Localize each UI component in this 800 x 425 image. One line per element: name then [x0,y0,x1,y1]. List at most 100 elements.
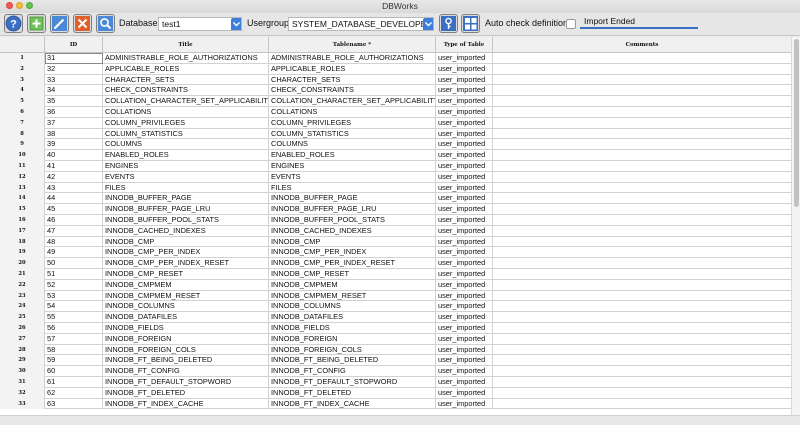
row-number[interactable]: 26 [0,323,45,334]
cell-comments[interactable] [493,312,791,323]
row-number[interactable]: 11 [0,161,45,172]
chevron-down-icon[interactable] [231,18,241,30]
row-number[interactable]: 33 [0,398,45,410]
cell-title[interactable]: INNODB_CMP_PER_INDEX [103,247,269,259]
cell-title[interactable]: INNODB_BUFFER_PAGE [103,193,269,205]
cell-tablename[interactable]: INNODB_FT_BEING_DELETED [269,355,436,367]
cell-comments[interactable] [493,75,791,86]
cell-tablename[interactable]: INNODB_CMPMEM [269,279,436,291]
cell-title[interactable]: COLUMN_PRIVILEGES [103,117,269,129]
table-row[interactable]: 28 58 INNODB_FOREIGN_COLS INNODB_FOREIGN_CO… [0,344,791,356]
cell-tablename[interactable]: COLLATIONS [269,107,436,118]
row-number[interactable]: 29 [0,355,45,367]
row-number[interactable]: 13 [0,182,45,194]
cell-id[interactable]: 37 [45,117,103,129]
cell-comments[interactable] [493,280,791,291]
cell-id[interactable]: 38 [45,128,103,140]
usergroup-select[interactable]: SYSTEM_DATABASE_DEVELOPER [288,17,434,31]
cell-title[interactable]: INNODB_FOREIGN [103,333,269,345]
cell-comments[interactable] [493,107,791,118]
cell-comments[interactable] [493,323,791,334]
cell-type[interactable]: user_imported [436,85,493,97]
cell-tablename[interactable]: EVENTS [269,171,436,183]
cell-title[interactable]: INNODB_FT_DEFAULT_STOPWORD [103,377,269,388]
cell-title[interactable]: EVENTS [103,171,269,183]
cell-type[interactable]: user_imported [436,344,493,356]
cell-type[interactable]: user_imported [436,193,493,205]
row-number[interactable]: 30 [0,366,45,377]
row-number[interactable]: 20 [0,258,45,269]
cell-tablename[interactable]: FILES [269,182,436,194]
cell-id[interactable]: 31 [45,53,103,64]
cell-title[interactable]: INNODB_BUFFER_PAGE_LRU [103,204,269,215]
cell-type[interactable]: user_imported [436,290,493,302]
cell-id[interactable]: 45 [45,204,103,215]
cell-type[interactable]: user_imported [436,323,493,334]
cell-type[interactable]: user_imported [436,171,493,183]
cell-id[interactable]: 48 [45,236,103,248]
cell-id[interactable]: 36 [45,107,103,118]
table-row[interactable]: 18 48 INNODB_CMP INNODB_CMP user_imported [0,236,791,248]
row-number[interactable]: 31 [0,377,45,388]
cell-title[interactable]: INNODB_FIELDS [103,323,269,334]
cell-comments[interactable] [493,345,791,356]
cell-comments[interactable] [493,204,791,215]
cell-title[interactable]: INNODB_CACHED_INDEXES [103,225,269,237]
cell-type[interactable]: user_imported [436,312,493,323]
table-row[interactable]: 24 54 INNODB_COLUMNS INNODB_COLUMNS user_imp… [0,301,791,313]
cell-type[interactable]: user_imported [436,74,493,86]
cell-comments[interactable] [493,291,791,302]
cell-tablename[interactable]: CHECK_CONSTRAINTS [269,85,436,97]
cell-tablename[interactable]: INNODB_FT_CONFIG [269,366,436,377]
cell-comments[interactable] [493,399,791,410]
cell-id[interactable]: 50 [45,258,103,269]
cell-type[interactable]: user_imported [436,398,493,410]
cell-comments[interactable] [493,258,791,269]
cell-type[interactable]: user_imported [436,128,493,140]
cell-title[interactable]: INNODB_FT_INDEX_CACHE [103,398,269,410]
row-number[interactable]: 18 [0,236,45,248]
cell-type[interactable]: user_imported [436,182,493,194]
cell-title[interactable]: COLUMN_STATISTICS [103,128,269,140]
row-number[interactable]: 16 [0,215,45,226]
row-number[interactable]: 25 [0,312,45,323]
column-header-rownum[interactable] [0,37,45,53]
vertical-scrollbar[interactable] [791,37,800,415]
cell-comments[interactable] [493,150,791,161]
cell-title[interactable]: INNODB_FT_CONFIG [103,366,269,377]
row-number[interactable]: 3 [0,74,45,86]
row-number[interactable]: 27 [0,333,45,345]
cell-title[interactable]: CHARACTER_SETS [103,74,269,86]
cell-title[interactable]: FILES [103,182,269,194]
cell-tablename[interactable]: ADMINISTRABLE_ROLE_AUTHORIZATIONS [269,53,436,64]
table-row[interactable]: 1 31 ADMINISTRABLE_ROLE_AUTHORIZATIONS ADMI… [0,53,791,64]
cell-tablename[interactable]: INNODB_BUFFER_PAGE [269,193,436,205]
cell-comments[interactable] [493,172,791,183]
cell-tablename[interactable]: INNODB_CMP_PER_INDEX_RESET [269,258,436,269]
cell-id[interactable]: 42 [45,171,103,183]
row-number[interactable]: 14 [0,193,45,205]
cell-id[interactable]: 43 [45,182,103,194]
cell-comments[interactable] [493,355,791,366]
table-row[interactable]: 25 55 INNODB_DATAFILES INNODB_DATAFILES user… [0,312,791,323]
row-number[interactable]: 10 [0,150,45,161]
cell-title[interactable]: COLLATIONS [103,107,269,118]
cell-comments[interactable] [493,161,791,172]
cell-id[interactable]: 55 [45,312,103,323]
cell-tablename[interactable]: INNODB_FT_DEFAULT_STOPWORD [269,377,436,388]
cell-comments[interactable] [493,247,791,258]
cell-id[interactable]: 62 [45,387,103,399]
search-button[interactable] [96,14,115,33]
cell-id[interactable]: 40 [45,150,103,161]
column-header-tablename[interactable]: Tablename * [269,37,436,53]
cell-type[interactable]: user_imported [436,366,493,377]
row-number[interactable]: 8 [0,128,45,140]
cell-type[interactable]: user_imported [436,333,493,345]
cell-id[interactable]: 59 [45,355,103,367]
cell-tablename[interactable]: INNODB_CACHED_INDEXES [269,225,436,237]
table-row[interactable]: 8 38 COLUMN_STATISTICS COLUMN_STATISTICS use… [0,128,791,140]
table-row[interactable]: 12 42 EVENTS EVENTS user_imported [0,171,791,183]
cell-title[interactable]: INNODB_CMPMEM_RESET [103,290,269,302]
cell-title[interactable]: INNODB_CMPMEM [103,279,269,291]
row-number[interactable]: 5 [0,96,45,107]
